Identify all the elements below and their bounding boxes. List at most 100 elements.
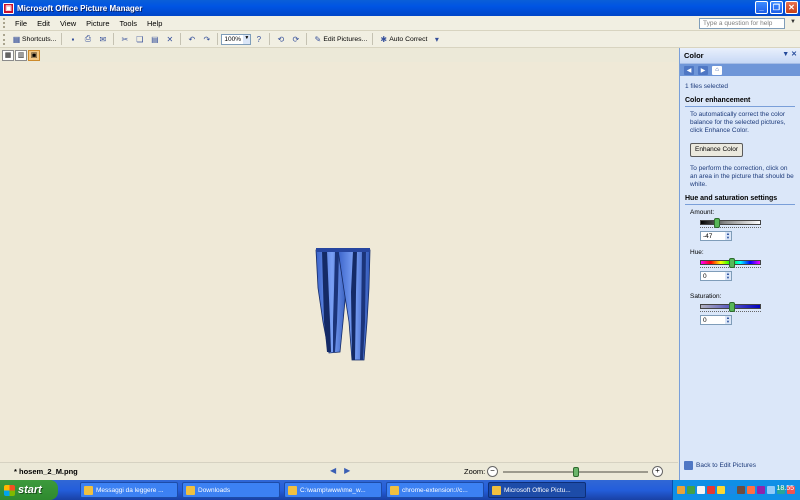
tray-icon[interactable] (687, 486, 695, 494)
help-search-input[interactable]: Type a question for help (699, 18, 785, 29)
task-pane-close-icon[interactable]: ✕ (791, 51, 797, 58)
print-button[interactable]: ⎙ (80, 32, 95, 46)
shortcuts-button[interactable]: ▦ Shortcuts... (9, 32, 58, 46)
saturation-field[interactable]: 0 ▲ ▼ (700, 315, 732, 325)
tray-icon[interactable] (747, 486, 755, 494)
tray-icon[interactable] (737, 486, 745, 494)
filmstrip-view-button[interactable]: ▥ (15, 49, 27, 61)
single-picture-icon: ▣ (30, 52, 38, 59)
tray-icon[interactable] (697, 486, 705, 494)
undo-icon: ↶ (188, 34, 196, 44)
paste-button[interactable]: ▤ (147, 32, 162, 46)
spin-arrows-icon[interactable]: ▲ ▼ (725, 232, 731, 240)
back-to-edit-link[interactable]: Back to Edit Pictures (684, 461, 756, 470)
auto-correct-icon: ✱ (380, 34, 388, 44)
toolbar-grip[interactable] (3, 33, 6, 45)
menu-edit[interactable]: Edit (32, 19, 55, 28)
task-app-icon (492, 485, 501, 495)
zoom-select[interactable]: 100% ▼ (221, 33, 252, 45)
help-button[interactable]: ? (251, 32, 266, 46)
zoom-out-icon[interactable]: − (487, 466, 498, 477)
hue-slider[interactable] (700, 258, 761, 268)
tray-icon[interactable] (717, 486, 725, 494)
amount-ticks (700, 225, 761, 228)
zoom-label: Zoom: (464, 467, 486, 476)
hue-value: 0 (703, 273, 707, 280)
restore-button[interactable]: ❐ (770, 1, 783, 14)
taskbar-task[interactable]: chrome-extension://c... (386, 482, 484, 498)
zoom-slider-thumb[interactable] (572, 467, 579, 477)
amount-slider-thumb[interactable] (714, 218, 721, 228)
start-button[interactable]: start (0, 480, 58, 500)
home-icon[interactable]: ⌂ (712, 65, 722, 75)
delete-button[interactable]: ✕ (162, 32, 177, 46)
pants-image (315, 248, 371, 361)
hue-field[interactable]: 0 ▲ ▼ (700, 271, 732, 281)
saturation-control: Saturation: 0 ▲ ▼ (685, 293, 795, 325)
taskbar-task[interactable]: Downloads (182, 482, 280, 498)
taskbar-task[interactable]: Messaggi da leggere ... (80, 482, 178, 498)
title-bar: ▣ Microsoft Office Picture Manager _ ❐ ✕ (0, 0, 800, 16)
rotate-left-button[interactable]: ⟲ (273, 32, 288, 46)
email-button[interactable]: ✉ (95, 32, 110, 46)
menu-view[interactable]: View (55, 19, 81, 28)
email-icon: ✉ (99, 34, 107, 44)
single-picture-view-button[interactable]: ▣ (28, 49, 40, 61)
amount-slider[interactable] (700, 218, 761, 228)
tray-icon[interactable] (727, 486, 735, 494)
auto-correct-button[interactable]: ✱ Auto Correct (376, 32, 429, 46)
thumbnail-grid-icon: ▦ (4, 52, 12, 59)
color-task-pane: Color ▼ ✕ ◀ ▶ ⌂ 1 files selected Color e… (679, 48, 800, 480)
tray-icon[interactable] (677, 486, 685, 494)
task-label: chrome-extension://c... (402, 486, 468, 494)
menu-file[interactable]: File (10, 19, 32, 28)
saturation-slider-thumb[interactable] (728, 302, 735, 312)
copy-button[interactable]: ❏ (132, 32, 147, 46)
paste-icon: ▤ (151, 34, 159, 44)
spin-arrows-icon[interactable]: ▲ ▼ (725, 272, 731, 280)
task-label: C:\wamp\www\me_w... (300, 486, 366, 494)
thumbnail-view-button[interactable]: ▦ (2, 49, 14, 61)
task-label: Microsoft Office Pictu... (504, 486, 571, 494)
spin-arrows-icon[interactable]: ▲ ▼ (725, 316, 731, 324)
redo-button[interactable]: ↷ (199, 32, 214, 46)
zoom-slider[interactable] (503, 467, 648, 477)
toolbar-options-button[interactable]: ▾ (429, 32, 444, 46)
menu-grip[interactable] (3, 18, 6, 28)
close-button[interactable]: ✕ (785, 1, 798, 14)
current-filename: * hosem_2_M.png (14, 467, 78, 476)
next-picture-icon[interactable]: ▶ (344, 466, 350, 475)
cut-button[interactable]: ✂ (117, 32, 132, 46)
saturation-slider[interactable] (700, 302, 761, 312)
taskbar-task[interactable]: Microsoft Office Pictu... (488, 482, 586, 498)
zoom-in-icon[interactable]: + (652, 466, 663, 477)
rotate-right-button[interactable]: ⟳ (288, 32, 303, 46)
minimize-button[interactable]: _ (755, 1, 768, 14)
amount-field[interactable]: -47 ▲ ▼ (700, 231, 732, 241)
task-pane-controls: ▼ ✕ (782, 50, 797, 58)
menu-tools[interactable]: Tools (115, 19, 143, 28)
menu-help[interactable]: Help (142, 19, 167, 28)
hue-slider-thumb[interactable] (728, 258, 735, 268)
save-button[interactable]: ▪ (65, 32, 80, 46)
edit-pictures-icon: ✎ (314, 34, 322, 44)
enhance-color-button[interactable]: Enhance Color (690, 143, 743, 157)
click-help-text: To perform the correction, click on an a… (690, 165, 794, 188)
tray-icon[interactable] (707, 486, 715, 494)
undo-button[interactable]: ↶ (184, 32, 199, 46)
tray-icon[interactable] (767, 486, 775, 494)
picture-canvas[interactable] (0, 62, 678, 462)
help-dropdown-icon[interactable]: ▼ (790, 19, 796, 25)
forward-icon[interactable]: ▶ (698, 65, 708, 75)
tray-icon[interactable] (757, 486, 765, 494)
previous-picture-icon[interactable]: ◀ (330, 466, 336, 475)
edit-pictures-button[interactable]: ✎ Edit Pictures... (310, 32, 369, 46)
amount-control: Amount: -47 ▲ ▼ (685, 209, 795, 241)
task-pane-menu-icon[interactable]: ▼ (782, 51, 789, 58)
back-icon[interactable]: ◀ (684, 65, 694, 75)
task-app-icon (288, 485, 297, 495)
taskbar-task[interactable]: C:\wamp\www\me_w... (284, 482, 382, 498)
save-icon: ▪ (71, 34, 75, 44)
menu-picture[interactable]: Picture (81, 19, 114, 28)
chevron-down-icon[interactable]: ▼ (243, 34, 251, 44)
